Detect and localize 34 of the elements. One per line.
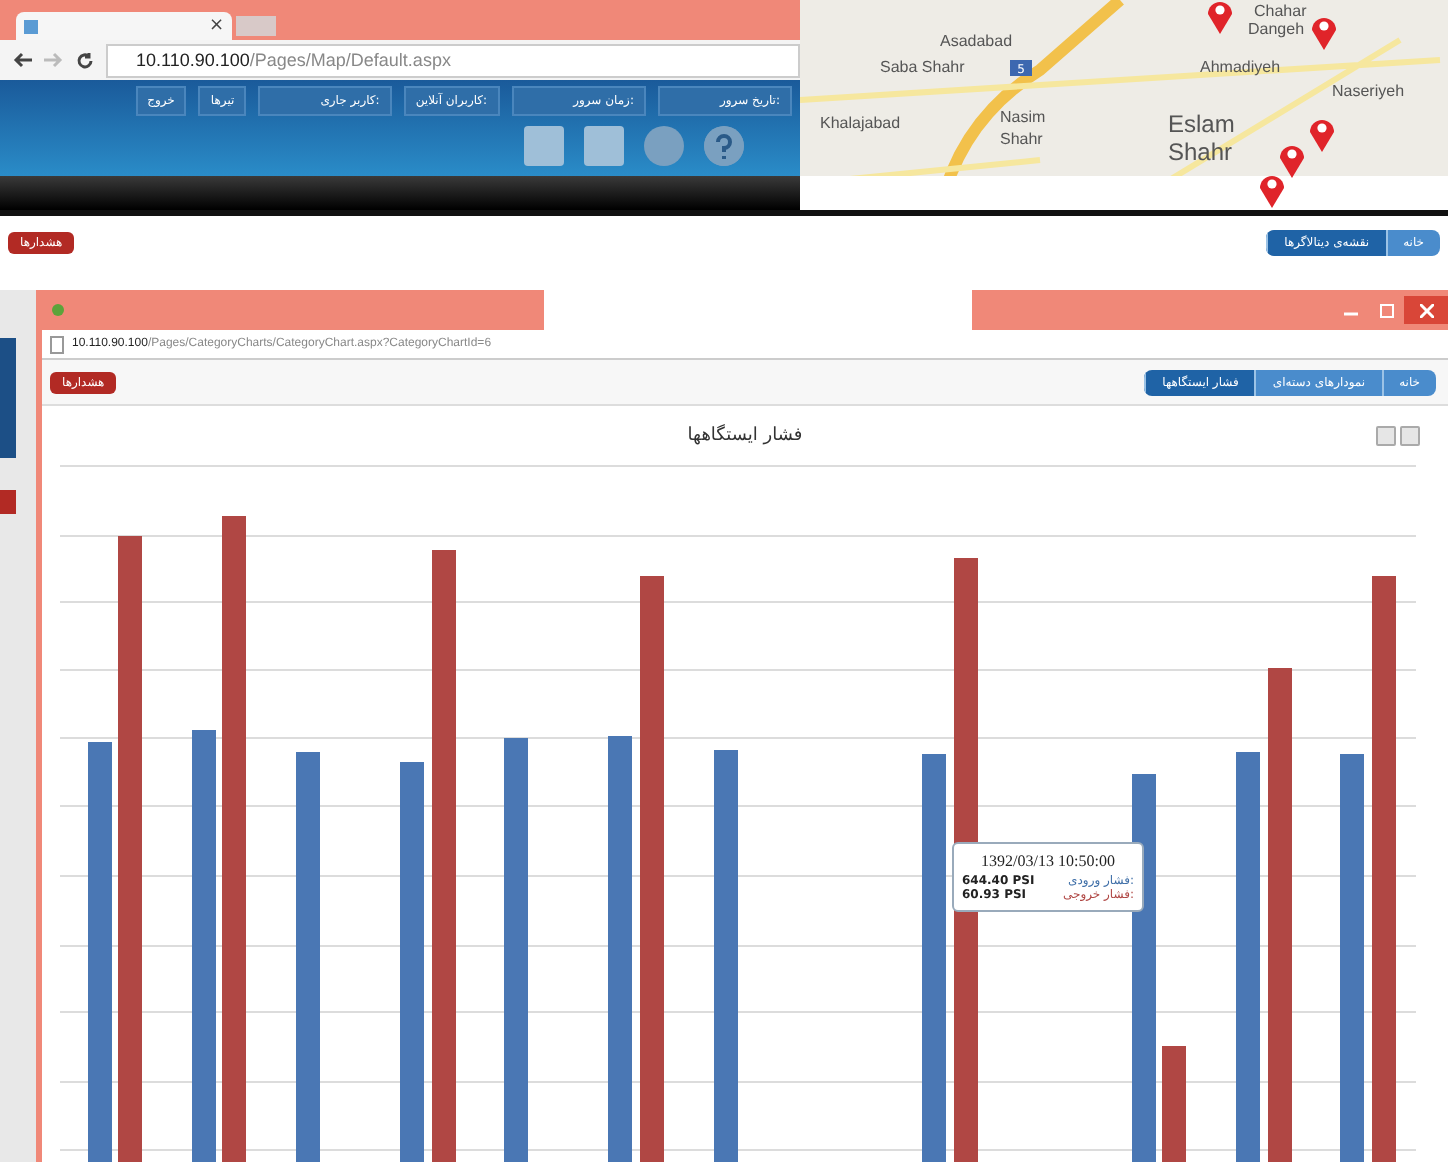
close-button[interactable] bbox=[1404, 296, 1448, 324]
map-label: Eslam bbox=[1168, 110, 1235, 138]
browser-icon bbox=[52, 304, 64, 316]
map-label: Dangeh bbox=[1248, 20, 1305, 38]
map-pin-icon[interactable] bbox=[1280, 146, 1304, 178]
browser-tab[interactable]: × bbox=[16, 12, 232, 40]
map-label: Khalajabad bbox=[820, 114, 901, 132]
map-label: Asadabad bbox=[940, 32, 1013, 50]
map-label: Nasim bbox=[1000, 108, 1046, 126]
map-pin-icon[interactable] bbox=[1260, 176, 1284, 208]
map-pin-icon[interactable] bbox=[1208, 2, 1232, 34]
chart-title: فشار ایستگاهها bbox=[687, 426, 803, 446]
chart-bar[interactable] bbox=[1132, 774, 1156, 1162]
map-label: Ahmadiyeh bbox=[1200, 58, 1281, 76]
favicon-icon bbox=[24, 19, 38, 33]
close-icon bbox=[1419, 303, 1433, 317]
back-arrow-icon[interactable] bbox=[12, 52, 32, 68]
forward-arrow-icon[interactable] bbox=[44, 52, 64, 68]
help-icon[interactable] bbox=[704, 126, 744, 166]
map-pin-icon[interactable] bbox=[1310, 120, 1334, 152]
new-tab-button[interactable] bbox=[236, 16, 276, 36]
close-tab-button[interactable]: × bbox=[208, 16, 224, 36]
map-label: Shahr bbox=[1000, 130, 1043, 148]
map-label: Naseriyeh bbox=[1332, 82, 1405, 100]
address-field[interactable]: 10.110.90.100/Pages/Map/Default.aspx bbox=[106, 43, 800, 77]
map-pin-icon[interactable] bbox=[1312, 18, 1336, 50]
map-label: Chahar bbox=[1254, 2, 1307, 20]
tooltip-time: 1392/03/13 10:50:00 bbox=[979, 852, 1117, 870]
maximize-icon bbox=[1379, 303, 1393, 317]
map-label: Saba Shahr bbox=[880, 58, 965, 76]
map-label: Shahr bbox=[1168, 138, 1233, 166]
reload-icon[interactable] bbox=[76, 51, 94, 69]
road-shield bbox=[1010, 60, 1032, 76]
page-icon bbox=[50, 335, 64, 353]
